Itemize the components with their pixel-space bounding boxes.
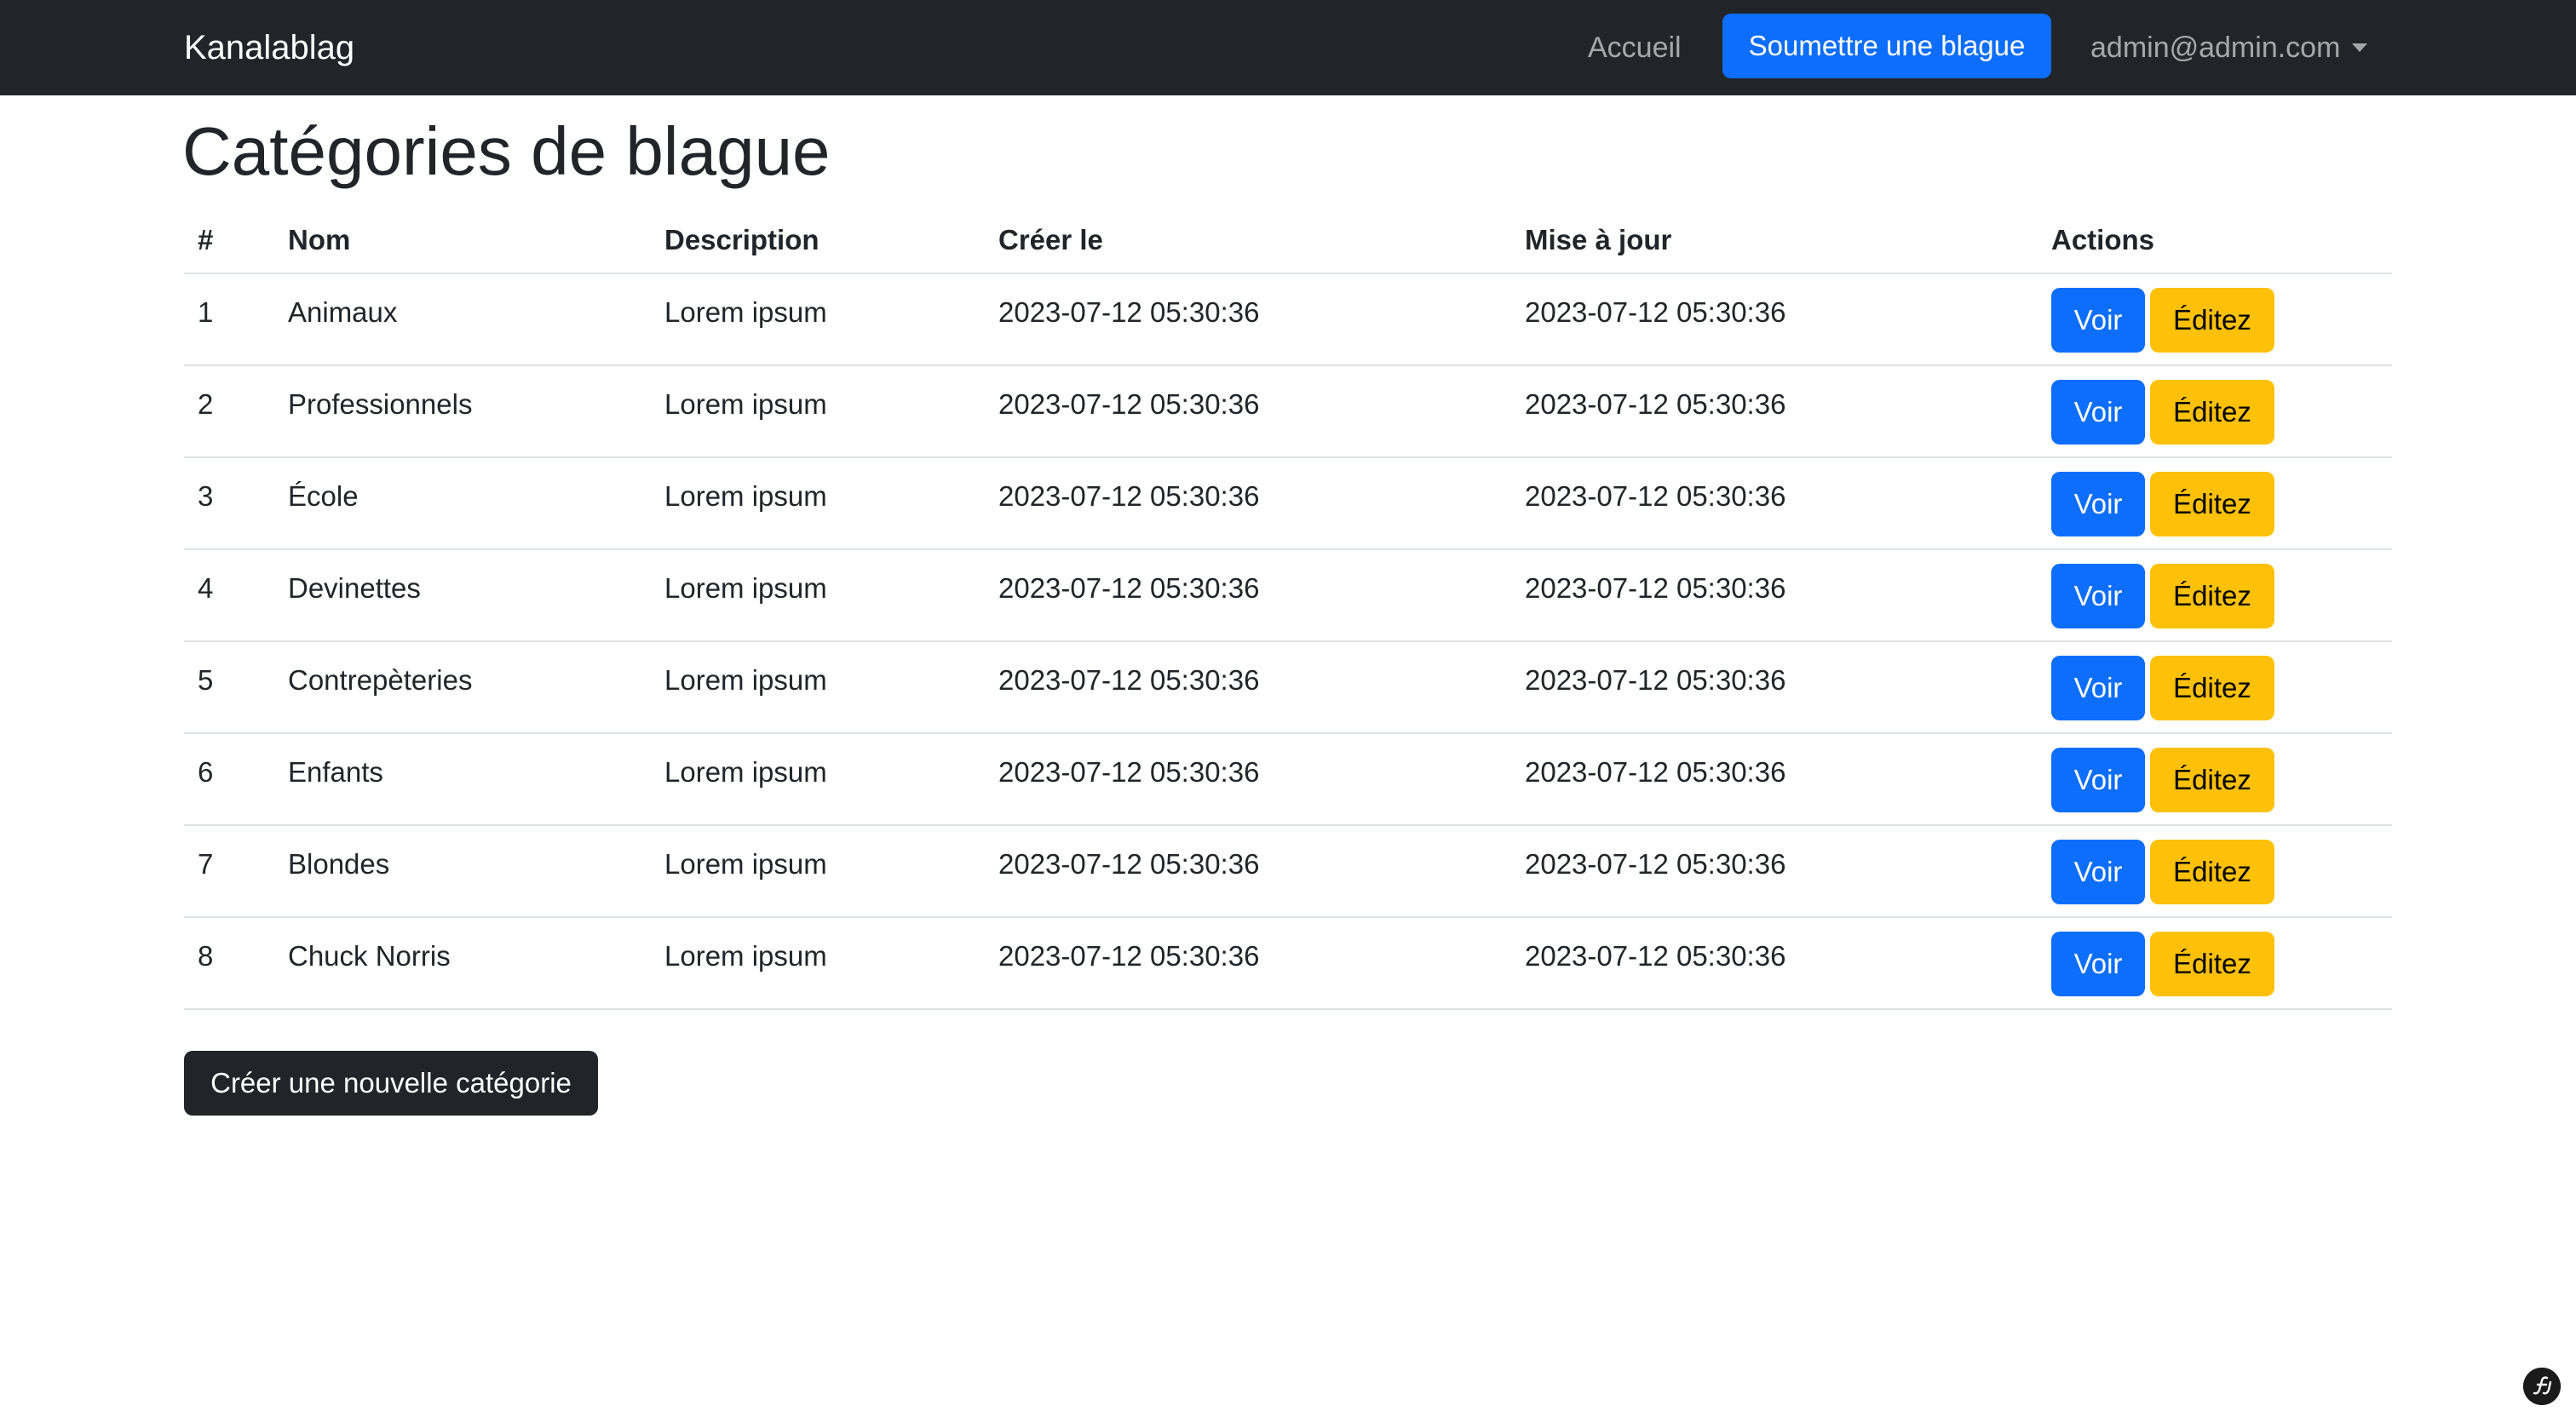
nav-link-home[interactable]: Accueil: [1588, 0, 1682, 95]
chevron-down-icon: [2352, 43, 2368, 53]
cell-actions: Voir Éditez: [2038, 641, 2392, 734]
cell-id: 1: [184, 273, 274, 366]
symfony-logo-icon: [2523, 1368, 2561, 1405]
create-category-button[interactable]: Créer une nouvelle catégorie: [184, 1051, 598, 1116]
view-button[interactable]: Voir: [2051, 840, 2145, 904]
edit-button[interactable]: Éditez: [2150, 380, 2274, 445]
cell-description: Lorem ipsum: [651, 457, 985, 550]
cell-id: 5: [184, 641, 274, 734]
view-button[interactable]: Voir: [2051, 748, 2145, 812]
cell-name: Devinettes: [274, 549, 651, 642]
view-button[interactable]: Voir: [2051, 656, 2145, 720]
submit-joke-button[interactable]: Soumettre une blague: [1722, 14, 2051, 78]
cell-id: 3: [184, 457, 274, 550]
cell-actions: Voir Éditez: [2038, 457, 2392, 550]
edit-button[interactable]: Éditez: [2150, 656, 2274, 720]
cell-name: Contrepèteries: [274, 641, 651, 734]
cell-name: Professionnels: [274, 365, 651, 458]
table-row: 6 Enfants Lorem ipsum 2023-07-12 05:30:3…: [184, 733, 2392, 826]
header-actions: Actions: [2038, 208, 2392, 274]
edit-button[interactable]: Éditez: [2150, 564, 2274, 628]
table-header-row: # Nom Description Créer le Mise à jour A…: [184, 208, 2392, 274]
cell-actions: Voir Éditez: [2038, 365, 2392, 458]
cell-description: Lorem ipsum: [651, 273, 985, 366]
cell-name: Enfants: [274, 733, 651, 826]
cell-actions: Voir Éditez: [2038, 917, 2392, 1010]
table-row: 1 Animaux Lorem ipsum 2023-07-12 05:30:3…: [184, 273, 2392, 366]
categories-table: # Nom Description Créer le Mise à jour A…: [184, 208, 2392, 1010]
cell-description: Lorem ipsum: [651, 733, 985, 826]
table-row: 4 Devinettes Lorem ipsum 2023-07-12 05:3…: [184, 549, 2392, 642]
symfony-toolbar-icon[interactable]: [2523, 1368, 2561, 1405]
cell-id: 2: [184, 365, 274, 458]
view-button[interactable]: Voir: [2051, 380, 2145, 445]
view-button[interactable]: Voir: [2051, 564, 2145, 628]
cell-created: 2023-07-12 05:30:36: [985, 457, 1511, 550]
cell-actions: Voir Éditez: [2038, 733, 2392, 826]
cell-updated: 2023-07-12 05:30:36: [1511, 549, 2038, 642]
cell-description: Lorem ipsum: [651, 917, 985, 1010]
header-updated: Mise à jour: [1511, 208, 2038, 274]
cell-id: 6: [184, 733, 274, 826]
cell-name: Animaux: [274, 273, 651, 366]
cell-updated: 2023-07-12 05:30:36: [1511, 825, 2038, 918]
cell-created: 2023-07-12 05:30:36: [985, 365, 1511, 458]
cell-id: 4: [184, 549, 274, 642]
table-row: 7 Blondes Lorem ipsum 2023-07-12 05:30:3…: [184, 825, 2392, 918]
cell-updated: 2023-07-12 05:30:36: [1511, 273, 2038, 366]
user-dropdown[interactable]: admin@admin.com: [2090, 0, 2368, 95]
cell-actions: Voir Éditez: [2038, 273, 2392, 366]
table-row: 2 Professionnels Lorem ipsum 2023-07-12 …: [184, 365, 2392, 458]
page-title: Catégories de blague: [182, 113, 831, 189]
cell-created: 2023-07-12 05:30:36: [985, 641, 1511, 734]
header-name: Nom: [274, 208, 651, 274]
cell-id: 7: [184, 825, 274, 918]
table-row: 8 Chuck Norris Lorem ipsum 2023-07-12 05…: [184, 917, 2392, 1010]
edit-button[interactable]: Éditez: [2150, 288, 2274, 353]
cell-name: Blondes: [274, 825, 651, 918]
edit-button[interactable]: Éditez: [2150, 472, 2274, 536]
cell-updated: 2023-07-12 05:30:36: [1511, 917, 2038, 1010]
table-row: 3 École Lorem ipsum 2023-07-12 05:30:36 …: [184, 457, 2392, 550]
header-id: #: [184, 208, 274, 274]
edit-button[interactable]: Éditez: [2150, 932, 2274, 996]
cell-name: Chuck Norris: [274, 917, 651, 1010]
cell-actions: Voir Éditez: [2038, 825, 2392, 918]
cell-id: 8: [184, 917, 274, 1010]
cell-updated: 2023-07-12 05:30:36: [1511, 365, 2038, 458]
cell-updated: 2023-07-12 05:30:36: [1511, 641, 2038, 734]
cell-actions: Voir Éditez: [2038, 549, 2392, 642]
cell-created: 2023-07-12 05:30:36: [985, 273, 1511, 366]
top-navbar: Kanalablag Accueil Soumettre une blague …: [0, 0, 2576, 95]
edit-button[interactable]: Éditez: [2150, 840, 2274, 904]
cell-created: 2023-07-12 05:30:36: [985, 733, 1511, 826]
cell-name: École: [274, 457, 651, 550]
view-button[interactable]: Voir: [2051, 472, 2145, 536]
cell-updated: 2023-07-12 05:30:36: [1511, 733, 2038, 826]
header-description: Description: [651, 208, 985, 274]
table-row: 5 Contrepèteries Lorem ipsum 2023-07-12 …: [184, 641, 2392, 734]
view-button[interactable]: Voir: [2051, 288, 2145, 353]
cell-created: 2023-07-12 05:30:36: [985, 549, 1511, 642]
edit-button[interactable]: Éditez: [2150, 748, 2274, 812]
brand-link[interactable]: Kanalablag: [184, 0, 354, 95]
cell-created: 2023-07-12 05:30:36: [985, 917, 1511, 1010]
view-button[interactable]: Voir: [2051, 932, 2145, 996]
cell-updated: 2023-07-12 05:30:36: [1511, 457, 2038, 550]
user-dropdown-label: admin@admin.com: [2090, 32, 2341, 64]
cell-description: Lorem ipsum: [651, 549, 985, 642]
cell-description: Lorem ipsum: [651, 641, 985, 734]
cell-created: 2023-07-12 05:30:36: [985, 825, 1511, 918]
cell-description: Lorem ipsum: [651, 825, 985, 918]
cell-description: Lorem ipsum: [651, 365, 985, 458]
header-created: Créer le: [985, 208, 1511, 274]
